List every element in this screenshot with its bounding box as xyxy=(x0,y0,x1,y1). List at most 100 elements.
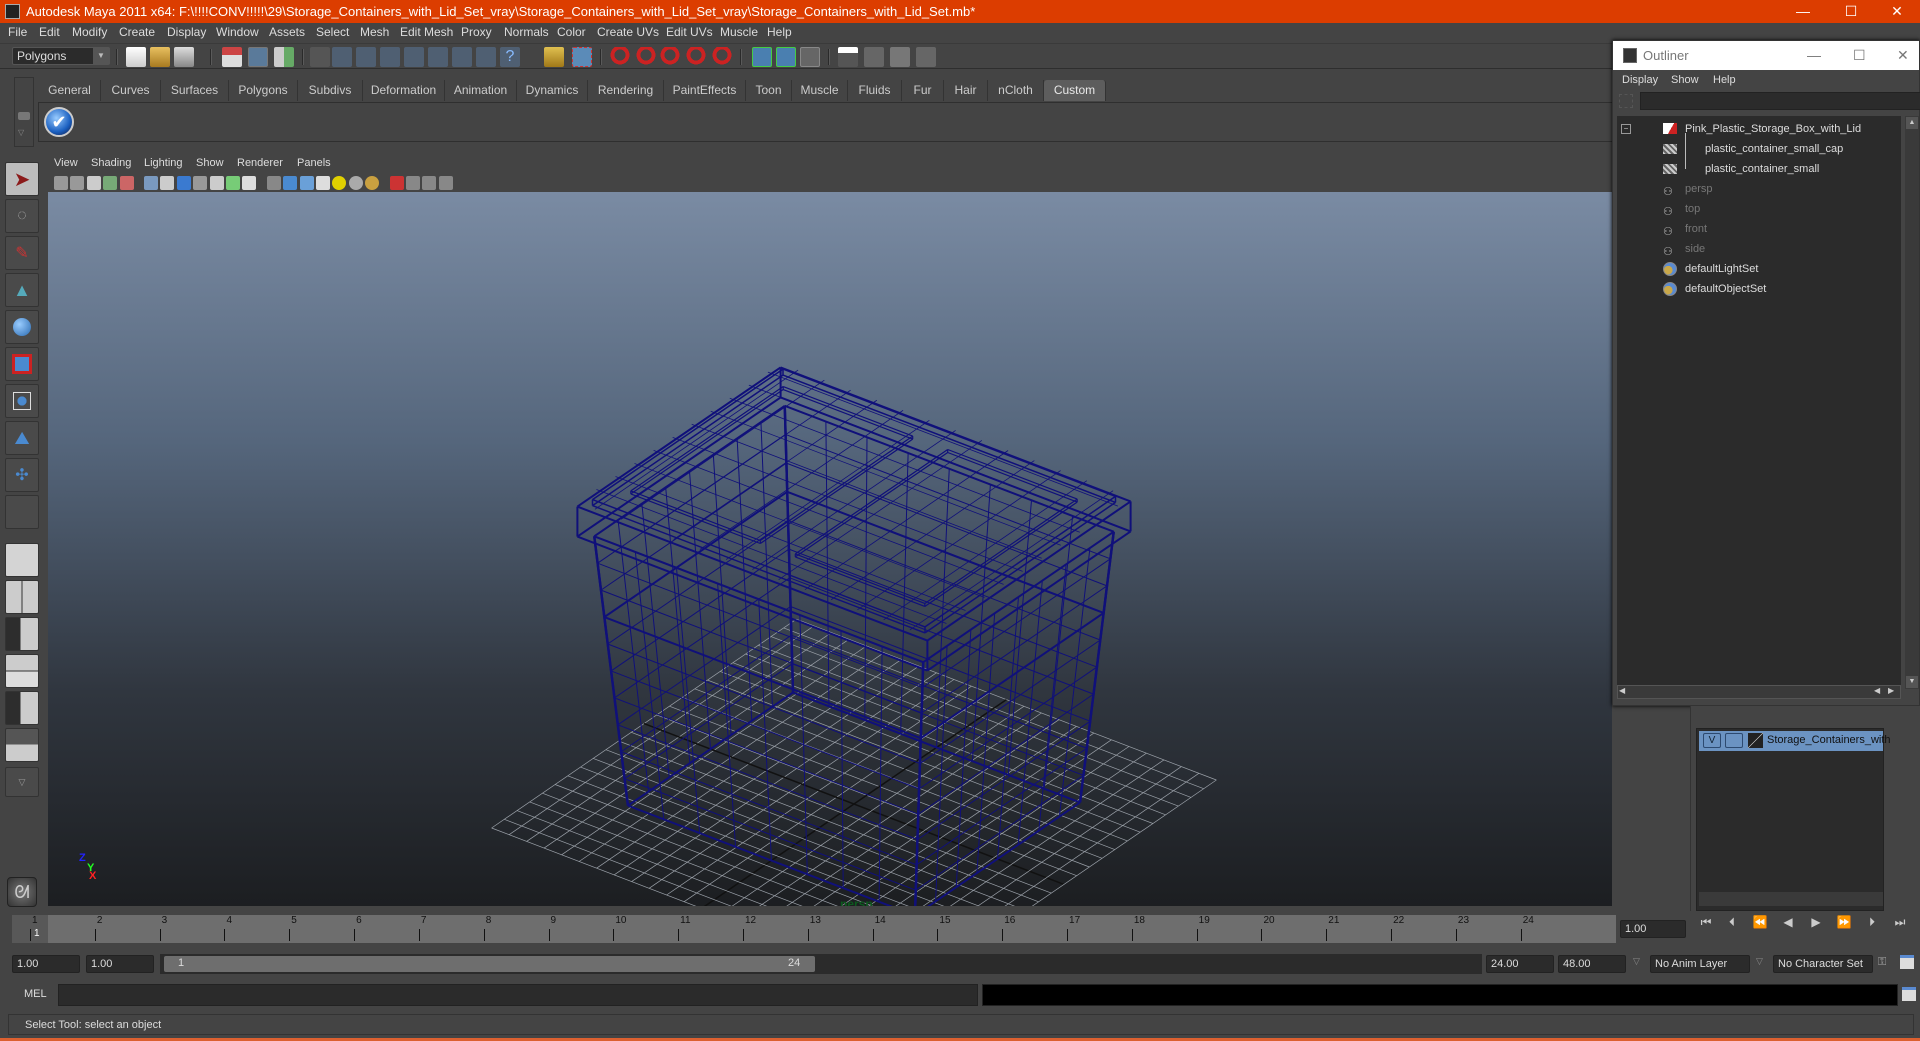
image-plane-icon[interactable] xyxy=(103,176,118,190)
outliner-minimize-button[interactable]: — xyxy=(1807,41,1821,70)
mask-menu-icon[interactable] xyxy=(310,47,330,67)
select-joints-icon[interactable] xyxy=(356,47,376,67)
lasso-tool-icon[interactable]: ◌ xyxy=(5,199,39,233)
menu-edit[interactable]: Edit xyxy=(39,25,60,39)
shelf-tab-animation[interactable]: Animation xyxy=(445,80,517,101)
shelf-tab-custom[interactable]: Custom xyxy=(1044,80,1106,101)
bookmarks-icon[interactable] xyxy=(86,176,101,190)
select-deformations-icon[interactable] xyxy=(428,47,448,67)
viewport-menu-lighting[interactable]: Lighting xyxy=(144,157,183,169)
persp-graph-layout-icon[interactable] xyxy=(5,654,39,688)
isolate-select-icon[interactable] xyxy=(389,176,404,190)
outliner-close-button[interactable]: ✕ xyxy=(1897,41,1909,70)
viewport-menu-panels[interactable]: Panels xyxy=(297,157,331,169)
minimize-button[interactable]: — xyxy=(1780,0,1826,23)
shelf-tab-fur[interactable]: Fur xyxy=(902,80,944,101)
layer-template-toggle[interactable] xyxy=(1725,733,1743,748)
last-tool-slot[interactable] xyxy=(5,495,39,529)
layer-horizontal-scrollbar[interactable] xyxy=(1699,892,1883,906)
default-material-icon[interactable] xyxy=(365,176,380,190)
viewport-menu-renderer[interactable]: Renderer xyxy=(237,157,283,169)
shelf-tab-polygons[interactable]: Polygons xyxy=(229,80,298,101)
input-ops-icon[interactable] xyxy=(752,47,772,67)
command-language-label[interactable]: MEL xyxy=(24,988,47,1000)
shelf-tab-toon[interactable]: Toon xyxy=(746,80,792,101)
step-forward-key-button[interactable]: ⏵ xyxy=(1862,914,1882,930)
2d-pan-zoom-icon[interactable] xyxy=(119,176,134,190)
go-to-end-button[interactable]: ⏭ xyxy=(1890,914,1910,930)
grid-toggle-icon[interactable] xyxy=(144,176,158,190)
select-tool-icon[interactable]: ➤ xyxy=(5,162,39,196)
safe-title-icon[interactable] xyxy=(242,176,257,190)
xray-icon[interactable] xyxy=(406,176,420,190)
outliner-menu-help[interactable]: Help xyxy=(1713,74,1736,86)
wireframe-on-shaded-icon[interactable] xyxy=(299,176,314,190)
field-chart-icon[interactable] xyxy=(209,176,224,190)
use-all-lights-icon[interactable] xyxy=(332,176,347,190)
menu-create[interactable]: Create xyxy=(119,25,155,39)
four-view-layout-icon[interactable] xyxy=(5,580,39,614)
shelf-tab-dynamics[interactable]: Dynamics xyxy=(517,80,588,101)
shelf-tab-general[interactable]: General xyxy=(39,80,101,101)
shelf-tab-muscle[interactable]: Muscle xyxy=(792,80,848,101)
snap-point-icon[interactable] xyxy=(660,47,680,67)
select-handles-icon[interactable] xyxy=(332,47,352,67)
current-time-field[interactable]: 1.00 xyxy=(1620,920,1686,938)
anim-layer-dropdown-icon[interactable]: ▽ xyxy=(1633,956,1640,967)
outliner-persp-layout-icon[interactable] xyxy=(5,617,39,651)
menu-muscle[interactable]: Muscle xyxy=(720,25,758,39)
select-curves-icon[interactable] xyxy=(380,47,400,67)
start-time-field[interactable]: 1.00 xyxy=(12,955,80,973)
layer-color-swatch[interactable] xyxy=(1748,733,1763,748)
end-time-field[interactable]: 48.00 xyxy=(1558,955,1626,973)
shelf-menu-handle[interactable]: ▽ xyxy=(14,77,34,147)
select-by-component-icon[interactable] xyxy=(274,47,294,67)
resolution-gate-icon[interactable] xyxy=(176,176,191,190)
universal-manipulator-icon[interactable] xyxy=(5,384,39,418)
shelf-tab-surfaces[interactable]: Surfaces xyxy=(161,80,229,101)
collapse-toggle-icon[interactable]: − xyxy=(1621,124,1631,134)
smooth-shade-icon[interactable] xyxy=(283,176,298,190)
ipr-render-icon[interactable] xyxy=(890,47,910,67)
construction-history-icon[interactable] xyxy=(800,47,820,67)
character-set-dropdown-icon[interactable]: ▽ xyxy=(1756,956,1763,967)
scroll-down-icon[interactable]: ▼ xyxy=(1906,676,1918,688)
menu-help[interactable]: Help xyxy=(767,25,792,39)
anim-layer-field[interactable]: No Anim Layer xyxy=(1650,955,1750,973)
paint-select-tool-icon[interactable]: ✎ xyxy=(5,236,39,270)
play-forward-button[interactable]: ▶ xyxy=(1806,914,1826,930)
save-scene-icon[interactable] xyxy=(174,47,194,67)
outliner-filter-input[interactable] xyxy=(1640,92,1920,110)
viewport-menu-show[interactable]: Show xyxy=(196,157,224,169)
shelf-tab-curves[interactable]: Curves xyxy=(101,80,161,101)
menu-edit-mesh[interactable]: Edit Mesh xyxy=(400,25,453,39)
new-scene-icon[interactable] xyxy=(126,47,146,67)
outliner-menu-show[interactable]: Show xyxy=(1671,74,1699,86)
scale-tool-icon[interactable] xyxy=(5,347,39,381)
playback-end-field[interactable]: 24.00 xyxy=(1486,955,1554,973)
show-manipulator-icon[interactable]: ✣ xyxy=(5,458,39,492)
select-surfaces-icon[interactable] xyxy=(404,47,424,67)
shelf-tab-hair[interactable]: Hair xyxy=(944,80,988,101)
shelf-tab-ncloth[interactable]: nCloth xyxy=(988,80,1044,101)
layout-menu-arrow-icon[interactable]: ▽ xyxy=(5,767,39,797)
animation-preferences-icon[interactable] xyxy=(1900,955,1914,969)
menu-normals[interactable]: Normals xyxy=(504,25,549,39)
outliner-horizontal-scrollbar[interactable]: ◀ ◀ ▶ xyxy=(1617,685,1901,699)
time-slider[interactable]: 1 1 2 3 4 5 6 7 8 9 10 11 12 13 14 15 16 17 18 19 20 21 22 23 2… xyxy=(0,911,1920,951)
output-ops-icon[interactable] xyxy=(776,47,796,67)
select-rendering-icon[interactable] xyxy=(476,47,496,67)
menu-window[interactable]: Window xyxy=(216,25,259,39)
shelf-tab-deformation[interactable]: Deformation xyxy=(363,80,445,101)
scroll-right-icon[interactable]: ▶ xyxy=(1888,686,1894,695)
select-dynamics-icon[interactable] xyxy=(452,47,472,67)
select-by-hierarchy-icon[interactable] xyxy=(222,47,242,67)
auto-key-icon[interactable]: ⚿ xyxy=(1878,956,1886,969)
render-current-icon[interactable] xyxy=(864,47,884,67)
select-misc-icon[interactable]: ? xyxy=(500,47,520,67)
menu-display[interactable]: Display xyxy=(167,25,206,39)
menu-select[interactable]: Select xyxy=(316,25,349,39)
menuset-dropdown[interactable]: Polygons ▼ xyxy=(12,47,110,65)
filter-icon[interactable] xyxy=(1619,94,1633,108)
outliner-titlebar[interactable]: Outliner — ☐ ✕ xyxy=(1613,41,1919,70)
